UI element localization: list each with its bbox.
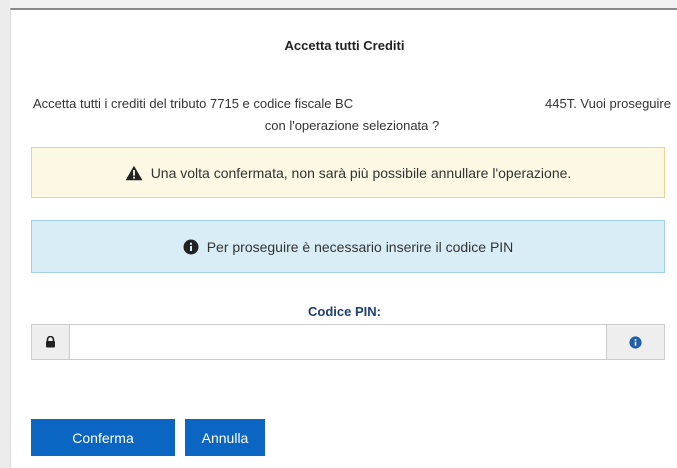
- info-alert: Per proseguire è necessario inserire il …: [31, 220, 665, 273]
- pin-input-group: [31, 324, 665, 360]
- info-circle-icon: [183, 239, 199, 254]
- cancel-button[interactable]: Annulla: [185, 419, 265, 456]
- lock-icon: [46, 336, 55, 348]
- pin-input[interactable]: [69, 324, 607, 360]
- confirm-dialog: Accetta tutti Crediti Accetta tutti i cr…: [10, 8, 677, 468]
- pin-lock-addon: [31, 324, 69, 360]
- info-text: Per proseguire è necessario inserire il …: [206, 238, 514, 255]
- warning-alert: Una volta confermata, non sarà più possi…: [31, 147, 665, 198]
- warning-triangle-icon: [125, 165, 143, 180]
- dialog-message: Accetta tutti i crediti del tributo 7715…: [33, 94, 671, 136]
- info-circle-icon: [629, 335, 642, 349]
- warning-text: Una volta confermata, non sarà più possi…: [150, 164, 572, 181]
- pin-label: Codice PIN:: [308, 304, 381, 319]
- dialog-title: Accetta tutti Crediti: [284, 38, 405, 53]
- message-text-end: 445T. Vuoi proseguire: [545, 96, 671, 111]
- page: Accetta tutti Crediti Accetta tutti i cr…: [0, 0, 677, 468]
- message-text-continuation: con l'operazione selezionata ?: [264, 118, 440, 133]
- pin-info-addon[interactable]: [607, 324, 665, 360]
- message-text-start: Accetta tutti i crediti del tributo 7715…: [33, 96, 354, 111]
- background-edge: [0, 0, 10, 468]
- confirm-button[interactable]: Conferma: [31, 419, 175, 456]
